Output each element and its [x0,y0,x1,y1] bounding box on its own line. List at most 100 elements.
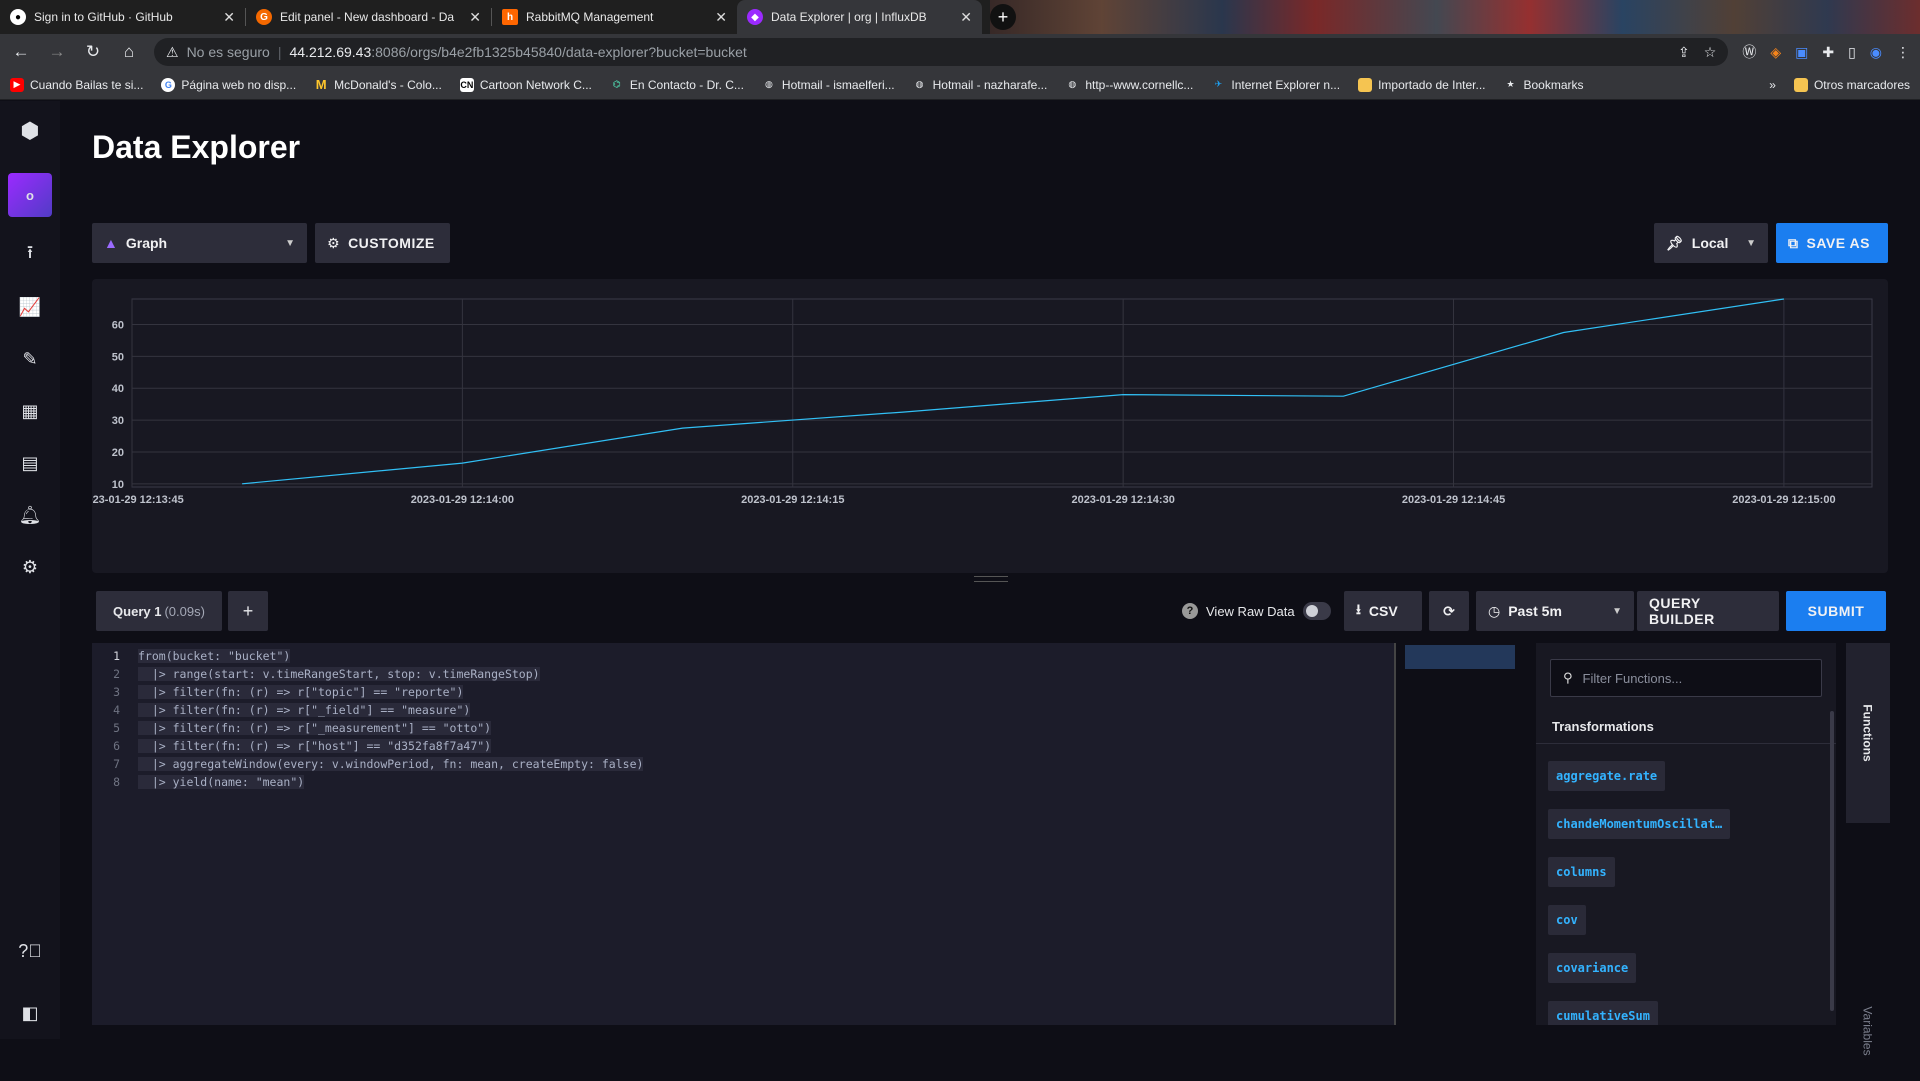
query-tab[interactable]: Query 1 (0.09s) [96,591,222,631]
bookmark-label: En Contacto - Dr. C... [630,78,744,92]
code-line[interactable]: 6 |> filter(fn: (r) => r["host"] == "d35… [92,737,792,755]
function-item[interactable]: cumulativeSum [1548,1001,1658,1025]
home-icon[interactable]: ⌂ [118,42,140,62]
function-item[interactable]: chandeMomentumOscillat… [1548,809,1730,839]
bookmark-folder[interactable]: ★Bookmarks [1504,78,1584,92]
menu-icon[interactable]: ⋮ [1896,44,1910,61]
omnibox-divider: | [278,44,282,60]
editor-minimap[interactable] [1405,645,1515,669]
submit-button[interactable]: SUBMIT [1786,591,1886,631]
close-icon[interactable]: ✕ [715,9,727,26]
function-item[interactable]: columns [1548,857,1615,887]
bookmark-item[interactable]: ◍http--www.cornellc... [1065,78,1193,92]
bookmark-folder[interactable]: Importado de Inter... [1358,78,1485,92]
data-explorer-icon[interactable]: 📈 [0,281,60,333]
function-item[interactable]: covariance [1548,953,1636,983]
close-icon[interactable]: ✕ [469,9,481,26]
tab-label: RabbitMQ Management [526,10,707,24]
notebook-pencil-icon[interactable]: ✎ [0,333,60,385]
code-text: |> filter(fn: (r) => r["_measurement"] =… [138,721,491,735]
star-icon[interactable]: ☆ [1704,44,1717,61]
functions-panel: ⚲ Filter Functions... Transformations ag… [1536,643,1836,1025]
back-icon[interactable]: ← [10,42,32,62]
collapse-nav-icon[interactable]: ◧ [0,987,60,1039]
upload-icon[interactable]: ⭱ [0,229,60,281]
forward-icon[interactable]: → [46,42,68,62]
code-line[interactable]: 4 |> filter(fn: (r) => r["_field"] == "m… [92,701,792,719]
editor-scrollbar[interactable] [1394,643,1396,1025]
bookmark-item[interactable]: MMcDonald's - Colo... [314,78,442,92]
browser-tab-grafana[interactable]: G Edit panel - New dashboard - Da ✕ [246,0,491,34]
flux-query-editor[interactable]: 1from(bucket: "bucket")2 |> range(start:… [92,643,1396,1025]
code-line[interactable]: 3 |> filter(fn: (r) => r["topic"] == "re… [92,683,792,701]
sidepanel-icon[interactable]: ▯ [1848,44,1856,61]
timezone-dropdown[interactable]: 📌︎ Local ▼ [1654,223,1768,263]
function-item[interactable]: cov [1548,905,1586,935]
dashboards-icon[interactable]: ▦ [0,385,60,437]
bookmark-item[interactable]: CNCartoon Network C... [460,78,592,92]
customize-button[interactable]: ⚙ CUSTOMIZE [315,223,450,263]
browser-tab-github[interactable]: ● Sign in to GitHub · GitHub ✕ [0,0,245,34]
gear-icon: ⚙ [327,235,340,252]
browser-tab-influxdb[interactable]: ◆ Data Explorer | org | InfluxDB ✕ [737,0,982,34]
profile-icon[interactable]: ◉ [1870,44,1882,61]
line-number: 1 [92,647,120,665]
close-icon[interactable]: ✕ [960,9,972,26]
other-bookmarks-folder[interactable]: Otros marcadores [1794,78,1910,92]
filter-functions-input[interactable]: ⚲ Filter Functions... [1550,659,1822,697]
query-builder-button[interactable]: QUERY BUILDER [1637,591,1779,631]
star-icon: ★ [1504,78,1518,92]
tab-variables[interactable]: Variables [1846,981,1890,1081]
extension-icon[interactable]: ▣ [1795,44,1808,61]
url-input[interactable]: ⚠ No es seguro | 44.212.69.43:8086/orgs/… [154,38,1728,66]
csv-download-button[interactable]: ⭳ CSV [1344,591,1422,631]
code-line[interactable]: 5 |> filter(fn: (r) => r["_measurement"]… [92,719,792,737]
tasks-calendar-icon[interactable]: ▤ [0,437,60,489]
share-icon[interactable]: ⇪ [1678,44,1690,61]
code-line[interactable]: 1from(bucket: "bucket") [92,647,792,665]
y-tick-label: 30 [112,415,124,427]
code-line[interactable]: 8 |> yield(name: "mean") [92,773,792,791]
new-tab-button[interactable]: + [990,4,1016,30]
graph-type-dropdown[interactable]: ▲ Graph ▼ [92,223,307,263]
line-chart[interactable]: 1020304050602023-01-29 12:13:452023-01-2… [92,279,1888,573]
bookmark-item[interactable]: ◍Hotmail - ismaelferi... [762,78,895,92]
tab-functions[interactable]: Functions [1846,643,1890,823]
bookmark-item[interactable]: ⌬En Contacto - Dr. C... [610,78,744,92]
puzzle-icon[interactable]: ✚ [1822,44,1834,61]
help-icon[interactable]: ?⃝ [0,925,60,977]
toggle-switch[interactable] [1303,602,1331,620]
function-item[interactable]: aggregate.rate [1548,761,1665,791]
alerts-bell-icon[interactable]: 🔔︎ [0,489,60,541]
help-icon[interactable]: ? [1182,603,1198,619]
functions-scrollbar[interactable] [1830,711,1834,1011]
browser-tab-rabbitmq[interactable]: h RabbitMQ Management ✕ [492,0,737,34]
bookmark-item[interactable]: ◍Hotmail - nazharafe... [913,78,1048,92]
settings-gear-icon[interactable]: ⚙ [0,541,60,593]
reload-icon[interactable]: ↻ [82,42,104,62]
add-query-button[interactable]: + [228,591,268,631]
google-icon: G [161,78,175,92]
extension-icon[interactable]: Ⓦ [1742,42,1756,62]
bookmark-item[interactable]: ✈Internet Explorer n... [1211,78,1340,92]
refresh-button[interactable]: ⟳ [1429,591,1469,631]
warning-icon: ⚠ [166,44,179,61]
metamask-icon[interactable]: ◈ [1770,44,1781,61]
close-icon[interactable]: ✕ [223,9,235,26]
resize-handle[interactable] [974,576,1008,582]
time-range-dropdown[interactable]: ◷ Past 5m ▼ [1476,591,1634,631]
line-number: 7 [92,755,120,773]
save-as-button[interactable]: ⧉ SAVE AS [1776,223,1888,263]
code-line[interactable]: 7 |> aggregateWindow(every: v.windowPeri… [92,755,792,773]
bookmark-item[interactable]: ▶Cuando Bailas te si... [10,78,143,92]
influxdb-logo-icon[interactable]: ⬢ [0,101,60,161]
influxdb-icon: ◆ [747,9,763,25]
org-avatar[interactable]: o [8,173,52,217]
pin-icon: 📌︎ [1666,235,1684,252]
view-raw-data-toggle[interactable]: ? View Raw Data [1182,591,1331,631]
code-line[interactable]: 2 |> range(start: v.timeRangeStart, stop… [92,665,792,683]
bookmarks-more-icon[interactable]: » [1769,78,1776,92]
bookmark-label: Importado de Inter... [1378,78,1485,92]
bookmark-label: Hotmail - nazharafe... [933,78,1048,92]
bookmark-item[interactable]: GPágina web no disp... [161,78,296,92]
